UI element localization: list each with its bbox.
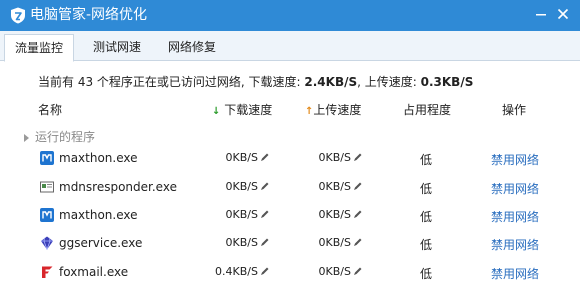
disable-network-link[interactable]: 禁用网络 (491, 265, 539, 282)
edit-download-limit-icon[interactable] (260, 266, 270, 276)
table-row[interactable]: foxmail.exe 0.4KB/S 0KB/S 低 禁用网络 (0, 259, 580, 287)
tab-traffic-monitor[interactable]: 流量监控 (4, 34, 74, 62)
traffic-summary: 当前有 43 个程序正在或已访问过网络, 下载速度: 2.4KB/S, 上传速度… (38, 73, 473, 90)
tab-bar: 流量监控 测试网速 网络修复 (0, 31, 580, 62)
download-arrow-icon: ↓ (212, 106, 221, 117)
edit-upload-limit-icon[interactable] (353, 181, 363, 191)
disable-network-link[interactable]: 禁用网络 (491, 208, 539, 225)
app-window: 电脑管家-网络优化 流量监控 测试网速 网络修复 当前有 43 个程序正在或已访… (0, 0, 580, 290)
usage-level: 低 (420, 238, 433, 252)
table-row[interactable]: mdnsresponder.exe 0KB/S 0KB/S 低 禁用网络 (0, 174, 580, 202)
group-label: 运行的程序 (35, 130, 96, 144)
disable-network-link[interactable]: 禁用网络 (491, 151, 539, 168)
maxthon-icon (40, 208, 54, 222)
mdnsresponder-icon (40, 181, 54, 193)
maxthon-icon (40, 151, 54, 165)
table-row[interactable]: ggservice.exe 0KB/S 0KB/S 低 禁用网络 (0, 230, 580, 258)
group-running-programs[interactable]: 运行的程序 (24, 128, 95, 145)
expand-caret-icon (24, 133, 29, 142)
edit-upload-limit-icon[interactable] (353, 209, 363, 219)
download-speed: 0KB/S (225, 151, 258, 164)
usage-level: 低 (420, 267, 433, 281)
upload-speed: 0KB/S (318, 151, 351, 164)
header-usage[interactable]: 占用程度 (403, 101, 451, 118)
edit-upload-limit-icon[interactable] (353, 266, 363, 276)
header-name[interactable]: 名称 (38, 101, 62, 118)
edit-download-limit-icon[interactable] (260, 181, 270, 191)
summary-download-speed: 2.4KB/S (304, 75, 358, 89)
download-speed: 0.4KB/S (215, 265, 258, 278)
header-operation: 操作 (502, 103, 527, 117)
download-speed: 0KB/S (225, 236, 258, 249)
usage-level: 低 (420, 210, 433, 224)
program-name: maxthon.exe (59, 208, 138, 222)
summary-upload-speed: 0.3KB/S (420, 75, 474, 89)
upload-speed: 0KB/S (318, 236, 351, 249)
tab-network-repair[interactable]: 网络修复 (157, 34, 227, 61)
disable-network-link[interactable]: 禁用网络 (491, 236, 539, 253)
program-name: ggservice.exe (59, 236, 143, 250)
title-bar: 电脑管家-网络优化 (0, 0, 580, 31)
usage-level: 低 (420, 182, 433, 196)
tab-speed-test[interactable]: 测试网速 (82, 34, 152, 61)
edit-download-limit-icon[interactable] (260, 152, 270, 162)
window-title: 电脑管家-网络优化 (30, 7, 148, 23)
minimize-icon[interactable] (530, 4, 552, 24)
upload-speed: 0KB/S (318, 208, 351, 221)
header-download-label: 下载速度 (224, 103, 273, 117)
upload-speed: 0KB/S (318, 265, 351, 278)
program-name: foxmail.exe (59, 265, 129, 279)
upload-speed: 0KB/S (318, 180, 351, 193)
close-icon[interactable] (552, 4, 574, 24)
program-name: maxthon.exe (59, 151, 138, 165)
summary-middle: , 上传速度: (357, 75, 421, 89)
header-upload[interactable]: ↑上传速度 (305, 101, 361, 118)
table-row[interactable]: maxthon.exe 0KB/S 0KB/S 低 禁用网络 (0, 202, 580, 230)
download-speed: 0KB/S (225, 208, 258, 221)
edit-download-limit-icon[interactable] (260, 209, 270, 219)
table-header: 名称 ↓ 下载速度 ↑上传速度 占用程度 操作 (0, 97, 580, 119)
foxmail-icon (42, 266, 53, 278)
disable-network-link[interactable]: 禁用网络 (491, 180, 539, 197)
edit-download-limit-icon[interactable] (260, 237, 270, 247)
edit-upload-limit-icon[interactable] (353, 152, 363, 162)
edit-upload-limit-icon[interactable] (353, 237, 363, 247)
shield-logo-icon (11, 7, 25, 24)
usage-level: 低 (420, 153, 433, 167)
ggservice-icon (41, 236, 53, 250)
download-speed: 0KB/S (225, 180, 258, 193)
program-name: mdnsresponder.exe (59, 180, 177, 194)
header-download[interactable]: ↓ 下载速度 (212, 101, 272, 118)
summary-prefix: 当前有 43 个程序正在或已访问过网络, 下载速度: (38, 75, 305, 89)
table-row[interactable]: maxthon.exe 0KB/S 0KB/S 低 禁用网络 (0, 145, 580, 173)
header-upload-label: 上传速度 (313, 103, 362, 117)
